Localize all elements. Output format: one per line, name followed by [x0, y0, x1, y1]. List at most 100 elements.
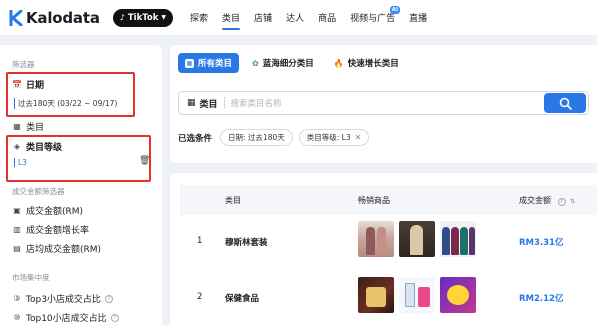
- row-gmv: RM3.31亿: [519, 238, 564, 248]
- ai-badge: AI: [389, 6, 401, 14]
- nav-category[interactable]: 类目: [222, 0, 241, 35]
- product-thumbnail[interactable]: [399, 277, 435, 313]
- row-gmv: RM2.12亿: [519, 294, 564, 304]
- header-category: 类目: [225, 196, 241, 205]
- nav-video-ads-label: 视频与广告: [350, 14, 396, 24]
- grid-icon: ▦: [13, 122, 21, 131]
- gmv-filter[interactable]: ▣ 成交金额(RM): [11, 204, 83, 217]
- condition-chip-date[interactable]: 日期: 过去180天: [220, 129, 293, 146]
- header-gmv[interactable]: 成交金额 ? ⇅: [519, 195, 575, 206]
- rank-10-icon: ⑩: [13, 313, 21, 322]
- row-rank: 2: [197, 292, 203, 302]
- chip-text: 类目等级: L3: [306, 133, 351, 142]
- divider: [223, 97, 225, 109]
- top3-share-filter[interactable]: ③ Top3小店成交占比 ?: [11, 292, 113, 305]
- row-category[interactable]: 穆斯林套装: [225, 236, 268, 248]
- nav-explore[interactable]: 探索: [190, 0, 208, 35]
- trash-icon[interactable]: 🗑: [139, 156, 150, 166]
- filter-heading: 筛选器: [12, 60, 35, 69]
- nav-shop[interactable]: 店铺: [254, 0, 272, 35]
- help-icon[interactable]: ?: [104, 294, 113, 303]
- selected-conditions-label: 已选条件: [178, 133, 213, 144]
- category-label: 类目: [26, 123, 45, 133]
- chip-text: 日期: 过去180天: [228, 133, 285, 142]
- sprout-icon: ✿: [252, 58, 259, 68]
- shop-icon: ▤: [13, 244, 21, 253]
- help-icon[interactable]: ?: [557, 198, 566, 206]
- bar-chart-icon: ▥: [13, 225, 21, 234]
- date-value[interactable]: 过去180天 (03/22 ~ 09/17): [14, 98, 117, 109]
- shop-avg-gmv-filter[interactable]: ▤ 店均成交金额(RM): [11, 242, 101, 255]
- table-header: 类目 畅销商品 成交金额 ? ⇅: [180, 185, 597, 215]
- tiktok-icon: ♪: [119, 13, 125, 22]
- category-level-value[interactable]: L3: [14, 158, 27, 167]
- product-thumbnail[interactable]: [358, 221, 394, 257]
- best-seller-thumbnails: [358, 221, 481, 257]
- date-filter[interactable]: 📅 日期: [11, 78, 44, 91]
- gmv-growth-filter[interactable]: ▥ 成交金额增长率: [11, 223, 89, 236]
- search-scope[interactable]: ▦ 类目: [187, 97, 218, 110]
- nav-live[interactable]: 直播: [409, 0, 427, 35]
- chevron-down-icon: ▼: [161, 14, 167, 21]
- selected-conditions: 已选条件 日期: 过去180天 类目等级: L3 ✕: [178, 129, 375, 146]
- row-rank: 1: [197, 236, 203, 246]
- product-thumbnail[interactable]: [399, 221, 435, 257]
- search-scope-label: 类目: [199, 99, 218, 110]
- tab-blue-ocean[interactable]: ✿ 蓝海细分类目: [245, 53, 321, 73]
- category-filter[interactable]: ▦ 类目: [11, 120, 44, 133]
- top10-share-label: Top10小店成交占比: [26, 314, 107, 324]
- search-button[interactable]: [544, 93, 586, 113]
- header-best-sellers: 畅销商品: [358, 196, 390, 205]
- fire-icon: 🔥: [333, 58, 344, 68]
- table-row[interactable]: 2 保健食品 RM2.12亿: [180, 271, 597, 325]
- kalodata-logo-icon: [9, 9, 23, 26]
- grid-icon: ▦: [185, 58, 194, 68]
- platform-label: TikTok: [127, 12, 159, 23]
- calendar-icon: 📅: [12, 80, 22, 89]
- help-icon[interactable]: ?: [110, 313, 119, 322]
- rank-3-icon: ③: [13, 294, 21, 303]
- row-category[interactable]: 保健食品: [225, 292, 259, 304]
- grid-icon: ▦: [187, 98, 196, 108]
- category-search-bar: ▦ 类目 搜索类目名称: [178, 91, 589, 115]
- category-level-label: 类目等级: [26, 143, 63, 153]
- logo[interactable]: Kalodata: [9, 9, 100, 27]
- condition-chip-level[interactable]: 类目等级: L3 ✕: [298, 129, 370, 146]
- best-seller-thumbnails: [358, 277, 481, 313]
- tab-label: 快速增长类目: [347, 59, 399, 69]
- tab-all-categories[interactable]: ▦ 所有类目: [178, 53, 240, 73]
- search-input[interactable]: 搜索类目名称: [231, 97, 544, 109]
- sort-icon[interactable]: ⇅: [570, 198, 575, 205]
- tab-label: 所有类目: [198, 59, 233, 69]
- category-search-panel: ▦ 所有类目 ✿ 蓝海细分类目 🔥 快速增长类目 ▦ 类目 搜索类目名称 已选条…: [170, 45, 597, 163]
- nav-product[interactable]: 商品: [318, 0, 336, 35]
- money-icon: ▣: [13, 206, 21, 215]
- category-level-filter[interactable]: ◈ 类目等级: [11, 140, 62, 153]
- main-nav: 探索 类目 店铺 达人 商品 视频与广告 AI 直播: [183, 0, 434, 35]
- gmv-growth-filter-label: 成交金额增长率: [26, 226, 90, 236]
- tab-label: 蓝海细分类目: [262, 59, 314, 69]
- close-icon[interactable]: ✕: [355, 133, 362, 142]
- category-tabs: ▦ 所有类目 ✿ 蓝海细分类目 🔥 快速增长类目: [178, 53, 412, 73]
- top-bar: Kalodata ♪ TikTok ▼ 探索 类目 店铺 达人 商品 视频与广告…: [0, 0, 597, 35]
- platform-selector[interactable]: ♪ TikTok ▼: [112, 8, 174, 27]
- logo-text: Kalodata: [26, 8, 100, 27]
- product-thumbnail[interactable]: [440, 277, 476, 313]
- concentration-heading: 市场集中度: [12, 273, 50, 282]
- shapes-icon: ◈: [13, 142, 21, 151]
- nav-video-ads[interactable]: 视频与广告 AI: [350, 0, 401, 35]
- search-icon: [559, 97, 572, 110]
- gmv-filter-label: 成交金额(RM): [26, 207, 84, 217]
- product-thumbnail[interactable]: [440, 221, 476, 257]
- product-thumbnail[interactable]: [358, 277, 394, 313]
- nav-creator[interactable]: 达人: [286, 0, 304, 35]
- gmv-filter-heading: 成交金额筛选器: [12, 187, 65, 196]
- top10-share-filter[interactable]: ⑩ Top10小店成交占比 ?: [11, 311, 119, 324]
- date-label: 日期: [26, 81, 45, 91]
- top3-share-label: Top3小店成交占比: [26, 295, 101, 305]
- header-gmv-label: 成交金额: [519, 196, 551, 205]
- tab-fast-growing[interactable]: 🔥 快速增长类目: [327, 53, 406, 73]
- shop-avg-gmv-filter-label: 店均成交金额(RM): [26, 245, 102, 255]
- table-row[interactable]: 1 穆斯林套装 RM3.31亿: [180, 215, 597, 269]
- category-table: 类目 畅销商品 成交金额 ? ⇅ 1 穆斯林套装 RM3.31亿 2 保健食品 …: [170, 173, 597, 325]
